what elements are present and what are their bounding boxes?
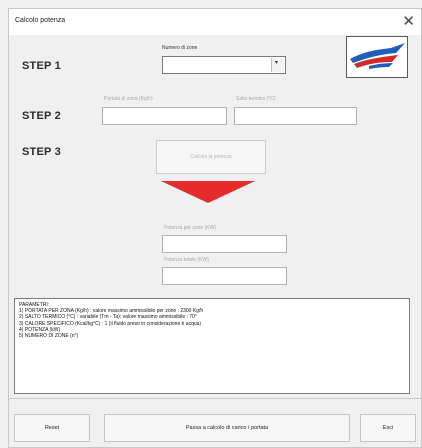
dropdown-button[interactable]: ▾	[271, 58, 284, 72]
salto-termico-label: Salto termico (°C)	[236, 96, 276, 102]
title-bar: Calcolo potenza ✕	[9, 9, 421, 35]
numero-zone-value	[163, 66, 166, 72]
portata-label: Portata di zona (Kg/h)	[104, 96, 153, 102]
down-arrow-icon	[161, 181, 255, 203]
param-line: 5) NUMERO DI ZONE (n°)	[19, 333, 79, 340]
step1-label: STEP 1	[22, 60, 61, 72]
step2-label: STEP 2	[22, 110, 61, 122]
chevron-down-icon: ▾	[275, 60, 279, 66]
step3-label: STEP 3	[22, 146, 61, 158]
potenza-totale-label: Potenza totale (KW)	[164, 257, 209, 263]
calcola-potenza-button[interactable]: Calcola la potenza	[156, 140, 266, 174]
parametri-box: PARAMETRI: 1) PORTATA PER ZONA (Kg/h) : …	[14, 298, 410, 394]
logo-graphic	[350, 43, 405, 69]
numero-zone-label: Numero di zone	[162, 45, 198, 51]
numero-zone-select[interactable]: ▾	[162, 56, 286, 74]
salto-termico-input[interactable]	[234, 107, 357, 125]
company-logo	[346, 36, 408, 78]
exit-button[interactable]: Esci	[360, 414, 416, 442]
switch-calc-button[interactable]: Passa a calcolo di carico / portata	[104, 414, 350, 442]
portata-input[interactable]	[102, 107, 227, 125]
potenza-zone-label: Potenza per zone (KW)	[164, 225, 216, 231]
potenza-zone-output[interactable]	[162, 235, 287, 253]
close-icon[interactable]: ✕	[402, 12, 415, 30]
reset-button[interactable]: Reset	[14, 414, 90, 442]
potenza-totale-output[interactable]	[162, 267, 287, 285]
footer-divider	[8, 398, 422, 399]
window-title: Calcolo potenza	[15, 17, 66, 24]
